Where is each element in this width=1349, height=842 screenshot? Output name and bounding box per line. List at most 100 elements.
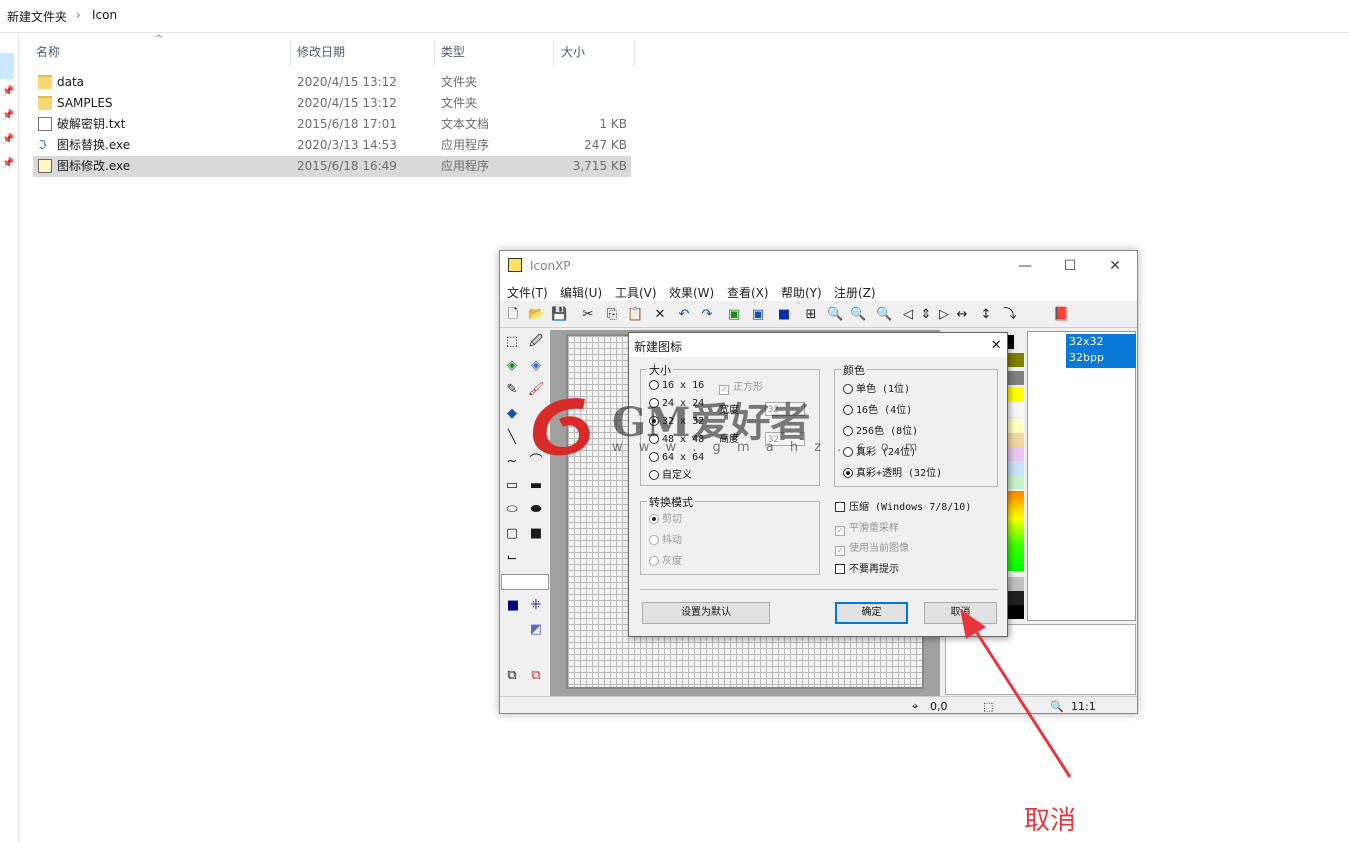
- pin-icon[interactable]: 📌: [2, 110, 14, 121]
- zoom-fit-icon[interactable]: 🔍: [876, 307, 892, 323]
- palette-swatch[interactable]: [1006, 387, 1024, 401]
- delete-icon[interactable]: ✕: [652, 307, 668, 323]
- nav-selected-item[interactable]: [0, 53, 14, 79]
- column-separator[interactable]: [553, 40, 554, 66]
- color-option-selected[interactable]: 真彩+透明 (32位): [843, 468, 942, 480]
- palette-swatch[interactable]: [1006, 591, 1024, 605]
- color-eraser-icon[interactable]: ◈: [527, 358, 545, 374]
- column-header-name[interactable]: 名称: [36, 44, 60, 66]
- compress-checkbox[interactable]: 压缩 (Windows 7/8/10): [835, 502, 971, 514]
- layers-a-icon[interactable]: ⧉: [503, 668, 521, 684]
- fill-bucket-icon[interactable]: ◆: [503, 406, 521, 422]
- cut-icon[interactable]: ✂: [580, 307, 596, 323]
- smooth-resample-checkbox[interactable]: ✓ 平滑重采样: [835, 523, 899, 536]
- grid-icon[interactable]: ⊞: [803, 307, 819, 323]
- move-updown-icon[interactable]: ⇕: [918, 307, 934, 323]
- palette-swatch[interactable]: [1006, 419, 1024, 433]
- pin-icon[interactable]: 📌: [2, 134, 14, 145]
- dialog-titlebar[interactable]: 新建图标 ✕: [629, 333, 1007, 357]
- flip-vertical-icon[interactable]: ↕: [978, 307, 994, 323]
- menu-register[interactable]: 注册(Z): [834, 284, 876, 301]
- breadcrumb-item[interactable]: Icon: [92, 8, 117, 22]
- layer-green-icon[interactable]: ▣: [726, 307, 742, 323]
- palette-swatch[interactable]: [1006, 353, 1024, 367]
- eraser-icon[interactable]: ◈: [503, 358, 521, 374]
- column-header-size[interactable]: 大小: [561, 44, 585, 66]
- text-tool-icon[interactable]: ⌙: [503, 550, 521, 566]
- convert-option-selected[interactable]: 剪切: [649, 514, 682, 526]
- color-option[interactable]: 256色 (8位): [843, 426, 918, 438]
- file-row[interactable]: ℑ 图标替换.exe 2020/3/13 14:53 应用程序 247 KB: [33, 135, 631, 156]
- pin-icon[interactable]: 📌: [2, 86, 14, 97]
- zoom-in-icon[interactable]: 🔍: [827, 307, 843, 323]
- convert-option[interactable]: 灰度: [649, 556, 682, 568]
- close-button[interactable]: ✕: [1100, 255, 1130, 277]
- menu-file[interactable]: 文件(T): [507, 284, 548, 301]
- curve-icon[interactable]: ∼: [503, 454, 521, 470]
- dialog-close-icon[interactable]: ✕: [991, 334, 1001, 354]
- color-option[interactable]: 16色 (4位): [843, 405, 912, 417]
- move-right-icon[interactable]: ▷: [936, 307, 952, 323]
- new-file-icon[interactable]: 🗋: [505, 307, 521, 323]
- book-icon[interactable]: 📕: [1053, 307, 1069, 323]
- ok-button[interactable]: 确定: [835, 602, 908, 624]
- rectangle-icon[interactable]: ▭: [503, 478, 521, 494]
- file-row[interactable]: 破解密钥.txt 2015/6/18 17:01 文本文档 1 KB: [33, 114, 631, 135]
- set-default-button[interactable]: 设置为默认: [642, 602, 770, 624]
- palette-swatch[interactable]: [1006, 475, 1024, 489]
- flip-horizontal-icon[interactable]: ↔: [954, 307, 970, 323]
- open-folder-icon[interactable]: 📂: [528, 307, 544, 323]
- move-left-icon[interactable]: ◁: [900, 307, 916, 323]
- filled-ellipse-icon[interactable]: ⬬: [527, 502, 545, 518]
- line-width-selector[interactable]: [501, 574, 549, 590]
- paste-icon[interactable]: 📋: [627, 307, 643, 323]
- menu-help[interactable]: 帮助(Y): [781, 284, 822, 301]
- address-bar[interactable]: 新建文件夹 › Icon: [0, 0, 1349, 33]
- ellipse-icon[interactable]: ⬭: [503, 502, 521, 518]
- size-option-custom[interactable]: 自定义: [649, 470, 692, 482]
- menu-view[interactable]: 查看(X): [727, 284, 769, 301]
- palette-swatch[interactable]: [1006, 577, 1024, 591]
- zoom-out-icon[interactable]: 🔍: [850, 307, 866, 323]
- maximize-button[interactable]: ☐: [1055, 255, 1085, 277]
- column-header-type[interactable]: 类型: [441, 44, 465, 66]
- dont-show-again-checkbox[interactable]: 不要再提示: [835, 564, 899, 576]
- marquee-select-icon[interactable]: ⬚: [503, 334, 521, 350]
- layers-b-icon[interactable]: ⧉: [527, 668, 545, 684]
- dither-pattern-icon[interactable]: ⁜: [527, 598, 545, 614]
- save-icon[interactable]: 💾: [551, 307, 567, 323]
- minimize-button[interactable]: —: [1010, 255, 1040, 277]
- menu-tools[interactable]: 工具(V): [615, 284, 657, 301]
- eyedropper-icon[interactable]: 🖉: [527, 334, 545, 350]
- layer-blue-icon[interactable]: ▣: [750, 307, 766, 323]
- palette-swatch[interactable]: [1006, 461, 1024, 475]
- file-row[interactable]: SAMPLES 2020/4/15 13:12 文件夹: [33, 93, 631, 114]
- palette-swatch[interactable]: [1006, 433, 1024, 447]
- column-separator[interactable]: [290, 40, 291, 66]
- pin-icon[interactable]: 📌: [2, 158, 14, 169]
- pencil-icon[interactable]: ✎: [503, 382, 521, 398]
- column-separator[interactable]: [434, 40, 435, 66]
- iconxp-titlebar[interactable]: IconXP — ☐ ✕: [500, 251, 1137, 281]
- undo-icon[interactable]: ↶: [676, 307, 692, 323]
- palette-gradient[interactable]: [1006, 491, 1024, 571]
- filled-rounded-rect-icon[interactable]: ■: [527, 526, 545, 542]
- copy-icon[interactable]: ⎘: [604, 307, 620, 323]
- palette-swatch[interactable]: [1006, 447, 1024, 461]
- color-option[interactable]: 单色 (1位): [843, 384, 910, 396]
- column-header-date[interactable]: 修改日期: [297, 44, 345, 66]
- redo-icon[interactable]: ↷: [699, 307, 715, 323]
- rounded-rect-icon[interactable]: ▢: [503, 526, 521, 542]
- icon-format-item-selected[interactable]: 32x32 32bpp: [1066, 334, 1136, 368]
- file-row-selected[interactable]: 图标修改.exe 2015/6/18 16:49 应用程序 3,715 KB: [33, 156, 631, 177]
- column-separator[interactable]: [634, 40, 635, 66]
- line-icon[interactable]: ╲: [503, 430, 521, 446]
- rotate-icon[interactable]: ⤵: [1002, 307, 1018, 323]
- filled-rectangle-icon[interactable]: ▬: [527, 478, 545, 494]
- palette-swatch[interactable]: [1006, 371, 1024, 385]
- menu-effects[interactable]: 效果(W): [669, 284, 714, 301]
- gradient-icon[interactable]: ◩: [527, 622, 545, 638]
- convert-option[interactable]: 抖动: [649, 535, 682, 547]
- menu-edit[interactable]: 编辑(U): [560, 284, 602, 301]
- palette-swatch[interactable]: [1006, 403, 1024, 417]
